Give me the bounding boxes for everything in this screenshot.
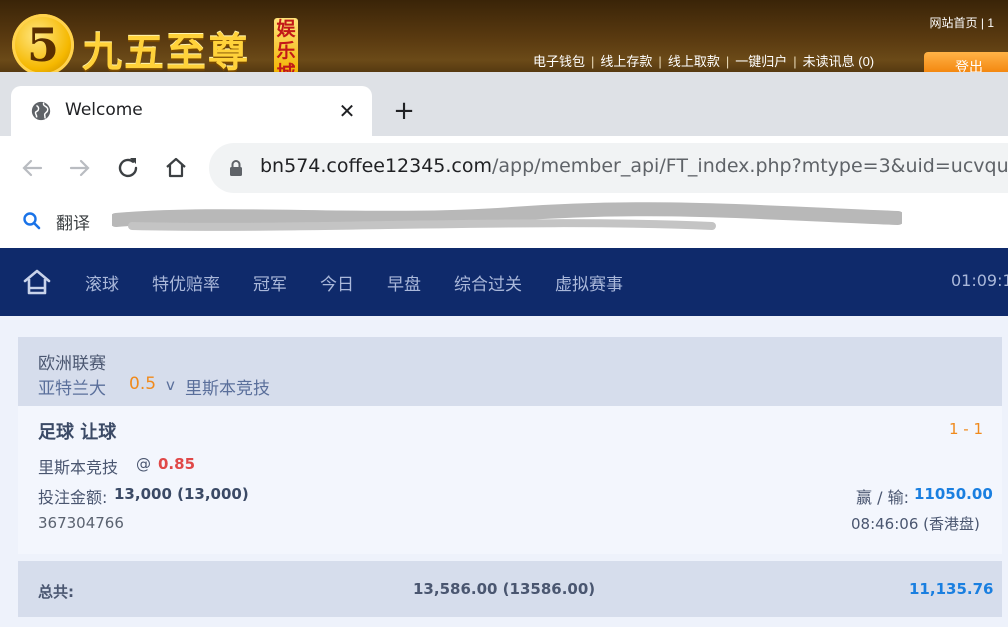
logo-badge-char: 乐 [276, 40, 296, 62]
total-stake: 13,586.00 (13586.00) [413, 580, 596, 598]
lock-icon[interactable] [228, 159, 244, 177]
winlose-label: 赢 / 输: [856, 488, 909, 507]
url-host: bn574.coffee12345.com [260, 155, 493, 177]
handicap-value: 0.5 [129, 374, 157, 394]
nav-outright[interactable]: 冠军 [253, 270, 287, 295]
away-team: 里斯本竞技 [185, 379, 270, 399]
search-icon[interactable] [22, 211, 42, 231]
url-path: /app/member_api/FT_index.php?mtype=3&uid… [492, 155, 1008, 177]
bet-selection: 里斯本竞技 [38, 458, 119, 477]
site-nav-messages[interactable]: 未读讯息 (0) [803, 54, 875, 69]
total-label: 总共: [38, 583, 74, 601]
clock: 01:09:1 [951, 271, 1008, 290]
logo-badge-char: 娱 [276, 18, 296, 40]
nav-early[interactable]: 早盘 [387, 270, 421, 295]
globe-icon [31, 101, 51, 121]
winlose-value: 11050.00 [914, 485, 993, 503]
site-logo-text: 九五至尊 [82, 29, 250, 76]
site-nav-deposit[interactable]: 线上存款 [600, 54, 652, 69]
site-nav-consolidate[interactable]: 一键归户 [735, 54, 787, 69]
tab-close-icon[interactable]: ✕ [336, 99, 358, 123]
new-tab-button[interactable]: + [390, 96, 418, 126]
stake-label: 投注金额: [38, 488, 108, 507]
site-logo-digit: 5 [26, 18, 59, 72]
house-icon[interactable] [21, 266, 53, 298]
site-nav-wallet[interactable]: 电子钱包 [533, 54, 585, 69]
site-account-nav: 电子钱包 | 线上存款 | 线上取款 | 一键归户 | 未读讯息 (0) [533, 54, 875, 69]
total-winlose: 11,135.76 [909, 580, 994, 598]
home-icon[interactable] [161, 153, 191, 183]
bet-odds: 0.85 [158, 455, 196, 473]
forward-arrow-icon[interactable] [65, 153, 95, 183]
site-logo-badge: 娱 乐 城 [274, 18, 298, 74]
bookmark-translate[interactable]: 翻译 [56, 209, 90, 234]
reload-icon[interactable] [113, 153, 143, 183]
nav-special-odds[interactable]: 特优赔率 [152, 270, 220, 295]
nav-inplay[interactable]: 滚球 [85, 270, 119, 295]
url-text[interactable]: bn574.coffee12345.com/app/member_api/FT_… [260, 155, 1008, 177]
match-score: 1 - 1 [949, 420, 984, 438]
nav-parlay[interactable]: 综合过关 [454, 270, 522, 295]
nav-today[interactable]: 今日 [320, 270, 354, 295]
site-top-links[interactable]: 网站首页 | 1 [930, 14, 994, 31]
back-arrow-icon[interactable] [17, 153, 47, 183]
home-team: 亚特兰大 [38, 379, 106, 399]
stake-value: 13,000 (13,000) [114, 485, 249, 503]
bet-id: 367304766 [38, 514, 124, 532]
league-name: 欧洲联赛 [38, 354, 106, 374]
match-header [18, 337, 1002, 406]
redaction-scribble [112, 202, 902, 231]
bet-time: 08:46:06 (香港盘) [851, 515, 980, 533]
versus-label: v [166, 376, 175, 394]
bet-type: 足球 让球 [38, 422, 117, 443]
tab-title: Welcome [65, 100, 143, 120]
nav-virtual[interactable]: 虚拟赛事 [555, 270, 623, 295]
site-nav-withdraw[interactable]: 线上取款 [668, 54, 720, 69]
odds-at: @ [136, 455, 151, 473]
